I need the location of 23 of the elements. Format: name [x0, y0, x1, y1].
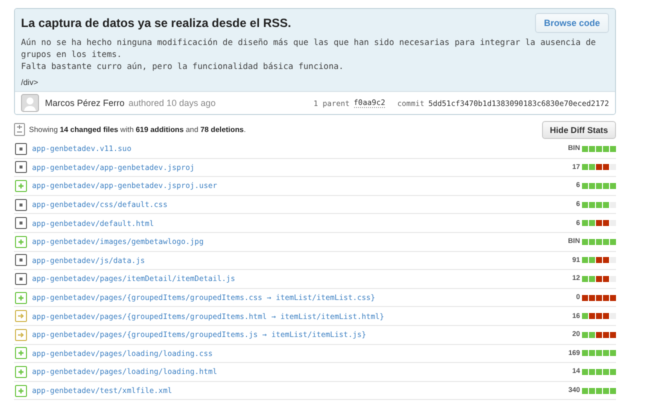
commit-trailer-text: /div>: [21, 78, 40, 87]
browse-code-button[interactable]: Browse code: [534, 13, 609, 33]
diff-file-icon: [14, 123, 25, 136]
diffstat-bar: [582, 146, 616, 152]
commit-description: Falta bastante curro aún, pero la funcionalidad básica funciona.: [21, 60, 345, 72]
diffstat-bar: [582, 332, 616, 338]
author-name[interactable]: Marcos Pérez Ferro: [45, 98, 125, 108]
commit-description: Aún no se ha hecho ninguna modificación de diseño más que las que han sido necesarias para integrar la ausencia de grupos en los items.: [21, 36, 597, 60]
diffstat-bar: [582, 202, 616, 208]
authored-time: authored 10 days ago: [128, 98, 216, 108]
diffstat-bar: [582, 388, 616, 394]
diffstat-bar: [582, 238, 616, 245]
commit-title: La captura de datos ya se realiza desde el RSS.: [21, 16, 292, 30]
diffstat-bar: [582, 164, 616, 170]
diffstat-bar: [582, 368, 616, 375]
diffstat-bar: [582, 313, 616, 320]
diffstat-bar: [582, 294, 616, 301]
diffstat-bar: [582, 276, 616, 282]
diffstat-bar: [582, 220, 616, 226]
hide-diff-stats-button[interactable]: Hide Diff Stats: [542, 120, 616, 138]
diffstat-bar: [582, 350, 616, 356]
diffstat-bar: [582, 182, 616, 189]
diffstat-bar: [582, 257, 616, 264]
